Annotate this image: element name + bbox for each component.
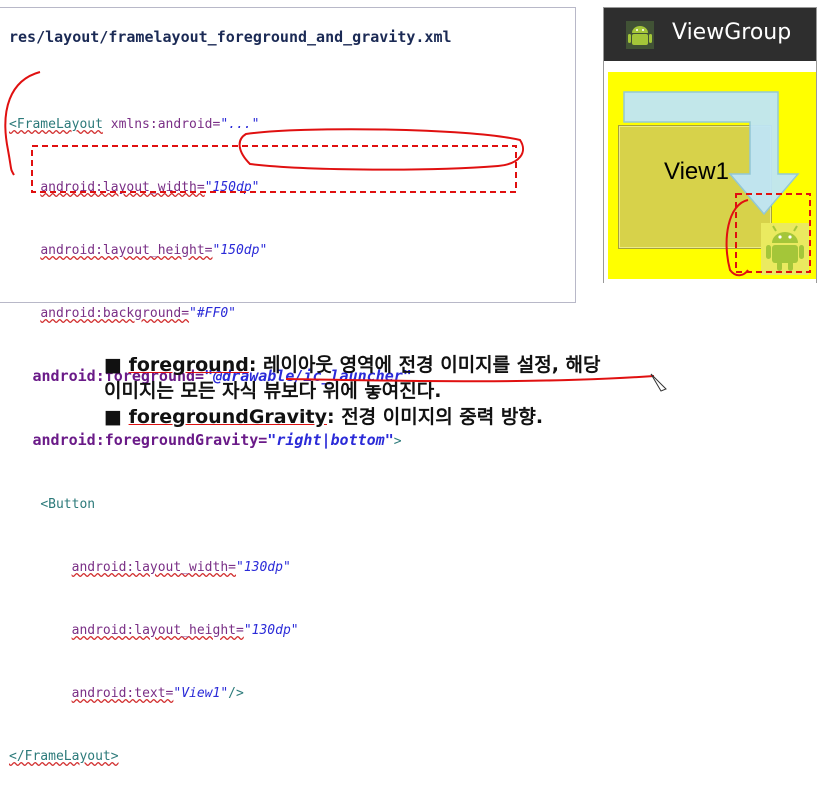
foreground-description: : 레이아웃 영역에 전경 이미지를 설정, 해당 bbox=[248, 354, 601, 376]
code-attr: android:layout_height= bbox=[71, 623, 244, 638]
code-line-7: <Button bbox=[9, 494, 412, 515]
code-line-4: android:background="#FF0" bbox=[9, 303, 412, 324]
frame-layout: View1 bbox=[608, 72, 816, 279]
device-preview: ViewGroup View1 bbox=[603, 7, 817, 283]
code-value: "150dp" bbox=[204, 180, 260, 195]
code-tag-button: <Button bbox=[40, 497, 96, 512]
code-attr: android:layout_height= bbox=[40, 243, 213, 258]
term-foreground: foreground bbox=[128, 354, 249, 376]
code-attr: android:background= bbox=[40, 306, 190, 321]
code-value: "150dp" bbox=[212, 243, 268, 258]
code-line-8: android:layout_width="130dp" bbox=[9, 557, 412, 578]
app-title-bar: ViewGroup bbox=[604, 8, 816, 61]
app-title: ViewGroup bbox=[672, 20, 792, 45]
code-line-1: <FrameLayout xmlns:android="..." bbox=[9, 114, 412, 135]
code-tag-framelayout-close: </FrameLayout> bbox=[9, 749, 119, 764]
code-tag-end: > bbox=[393, 434, 402, 449]
code-tag-end: /> bbox=[228, 686, 244, 701]
code-line-2: android:layout_width="150dp" bbox=[9, 177, 412, 198]
code-tag-framelayout: <FrameLayout bbox=[9, 117, 103, 132]
code-line-6: android:foregroundGravity="right|bottom"… bbox=[9, 430, 412, 452]
code-value: "130dp" bbox=[236, 560, 291, 575]
bullet-icon: ■ bbox=[104, 354, 122, 376]
code-value: "..." bbox=[220, 117, 260, 132]
bullet-icon: ■ bbox=[104, 406, 122, 428]
code-line-11: </FrameLayout> bbox=[9, 746, 412, 767]
code-line-3: android:layout_height="150dp" bbox=[9, 240, 412, 261]
note-foreground: ■ foreground: 레이아웃 영역에 전경 이미지를 설정, 해당 bbox=[104, 352, 601, 378]
code-panel: res/layout/framelayout_foreground_and_gr… bbox=[0, 7, 576, 764]
xml-code-block: <FrameLayout xmlns:android="..." android… bbox=[9, 72, 412, 809]
term-foreground-gravity: foregroundGravity bbox=[128, 406, 327, 428]
note-foreground-gravity: ■ foregroundGravity: 전경 이미지의 중력 방향. bbox=[104, 404, 601, 430]
code-value-foreground-gravity: "right|bottom" bbox=[267, 431, 394, 449]
explanation-notes: ■ foreground: 레이아웃 영역에 전경 이미지를 설정, 해당 이미… bbox=[104, 352, 601, 430]
file-path-title: res/layout/framelayout_foreground_and_gr… bbox=[9, 28, 452, 46]
foreground-gravity-description: : 전경 이미지의 중력 방향. bbox=[326, 406, 544, 428]
code-attr: android:text= bbox=[71, 686, 174, 701]
code-attr: xmlns:android= bbox=[102, 117, 221, 132]
code-value: "130dp" bbox=[243, 623, 299, 638]
code-attr-foreground-gravity: android:foregroundGravity= bbox=[32, 431, 268, 449]
activity-content: View1 bbox=[604, 61, 816, 283]
android-logo-icon bbox=[626, 21, 654, 49]
code-line-10: android:text="View1"/> bbox=[9, 683, 412, 704]
code-line-9: android:layout_height="130dp" bbox=[9, 620, 412, 641]
code-value: "#FF0" bbox=[189, 306, 236, 321]
code-value: "View1" bbox=[173, 686, 229, 701]
android-foreground-icon bbox=[761, 223, 809, 275]
code-attr: android:layout_width= bbox=[71, 560, 236, 575]
note-foreground-cont: 이미지는 모든 자식 뷰보다 위에 놓여진다. bbox=[104, 380, 442, 402]
code-attr: android:layout_width= bbox=[40, 180, 205, 195]
